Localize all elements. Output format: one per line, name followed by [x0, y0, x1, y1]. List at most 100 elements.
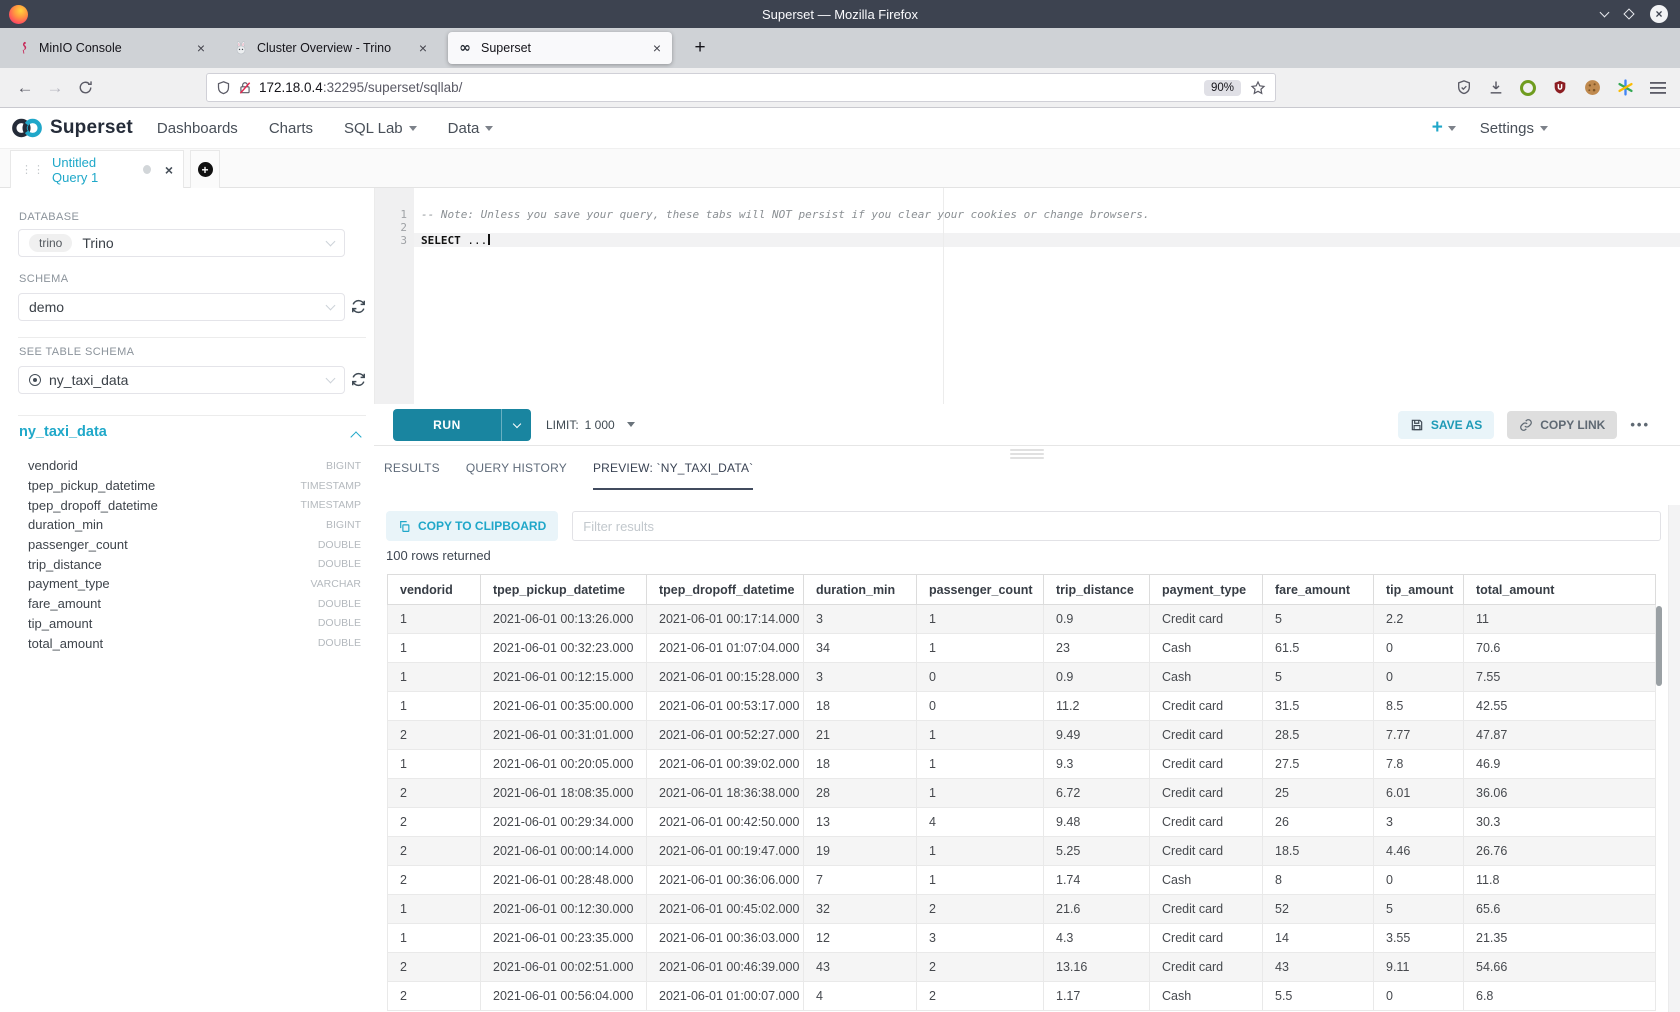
run-options-caret[interactable] — [501, 409, 531, 441]
window-close-icon[interactable]: × — [1650, 5, 1668, 23]
table-cell: 2021-06-01 00:42:50.000 — [647, 808, 804, 837]
table-cell: 0 — [1374, 982, 1464, 1011]
nav-item-charts[interactable]: Charts — [269, 120, 313, 137]
refresh-tables-icon[interactable] — [350, 371, 368, 389]
window-minimize-icon[interactable] — [1600, 8, 1610, 18]
superset-wordmark[interactable]: Superset — [50, 117, 133, 139]
sql-editor[interactable]: 1 2 3 -- Note: Unless you save your quer… — [374, 188, 1680, 404]
column-header[interactable]: tpep_dropoff_datetime — [647, 575, 804, 605]
table-value: ny_taxi_data — [49, 372, 128, 388]
table-cell: 3 — [1374, 808, 1464, 837]
query-tab-active[interactable]: ⋮⋮ Untitled Query 1 × — [10, 150, 184, 188]
column-header[interactable]: tip_amount — [1374, 575, 1464, 605]
table-cell: 2021-06-01 00:46:39.000 — [647, 953, 804, 982]
downloads-icon[interactable] — [1488, 79, 1504, 96]
browser-tab-trino[interactable]: Cluster Overview - Trino × — [224, 32, 438, 64]
limit-dropdown[interactable]: LIMIT: 1 000 — [546, 418, 635, 432]
protections-shield-icon[interactable] — [1456, 79, 1472, 96]
schema-column: fare_amountDOUBLE — [28, 594, 361, 614]
new-object-button[interactable]: + — [1432, 117, 1456, 139]
table-select[interactable]: ny_taxi_data — [18, 366, 345, 394]
query-tab-label: Untitled Query 1 — [52, 155, 135, 185]
table-cell: 2 — [388, 779, 481, 808]
pane-drag-handle[interactable] — [1010, 449, 1044, 461]
column-header[interactable]: passenger_count — [917, 575, 1044, 605]
forward-button[interactable]: → — [40, 74, 70, 102]
window-titlebar: Superset — Mozilla Firefox × — [0, 0, 1680, 28]
table-cell: 1 — [388, 605, 481, 634]
window-maximize-icon[interactable] — [1623, 8, 1634, 19]
copy-link-button[interactable]: COPY LINK — [1507, 411, 1617, 439]
table-name-link[interactable]: ny_taxi_data — [19, 424, 107, 440]
run-button[interactable]: RUN — [393, 409, 501, 441]
tab-close-icon[interactable]: × — [651, 40, 663, 56]
more-options-button[interactable]: ••• — [1630, 417, 1650, 432]
save-as-button[interactable]: SAVE AS — [1398, 411, 1494, 439]
table-cell: 2021-06-01 00:12:15.000 — [481, 663, 647, 692]
line-number: 3 — [375, 234, 407, 247]
table-cell: 2021-06-01 18:08:35.000 — [481, 779, 647, 808]
tab-close-icon[interactable]: × — [417, 40, 429, 56]
chevron-down-icon — [1448, 126, 1456, 131]
chevron-down-icon — [409, 126, 417, 131]
pane-scrollbar-track[interactable] — [1668, 505, 1680, 1012]
column-header[interactable]: fare_amount — [1263, 575, 1374, 605]
database-select[interactable]: trino Trino — [18, 229, 345, 257]
tab-preview[interactable]: PREVIEW: `NY_TAXI_DATA` — [593, 461, 753, 490]
table-cell: Credit card — [1150, 692, 1263, 721]
extension-green-icon[interactable] — [1520, 80, 1536, 96]
refresh-schemas-icon[interactable] — [350, 298, 368, 316]
schema-select[interactable]: demo — [18, 293, 345, 321]
column-header[interactable]: vendorid — [388, 575, 481, 605]
nav-item-dashboards[interactable]: Dashboards — [157, 120, 238, 137]
table-cell: 2021-06-01 00:28:48.000 — [481, 866, 647, 895]
column-header[interactable]: payment_type — [1150, 575, 1263, 605]
column-header[interactable]: trip_distance — [1044, 575, 1150, 605]
new-tab-button[interactable]: + — [686, 34, 714, 62]
schema-column-name: trip_distance — [28, 557, 102, 572]
collapse-table-icon[interactable] — [350, 431, 361, 442]
nav-item-data[interactable]: Data — [448, 120, 494, 137]
column-header[interactable]: tpep_pickup_datetime — [481, 575, 647, 605]
shield-icon[interactable] — [216, 80, 231, 96]
superset-logo-icon[interactable] — [11, 115, 43, 141]
table-scrollbar-thumb[interactable] — [1656, 606, 1662, 686]
zoom-level-badge[interactable]: 90% — [1204, 80, 1241, 96]
menu-hamburger-icon[interactable] — [1650, 81, 1666, 95]
back-button[interactable]: ← — [10, 74, 40, 102]
table-row: 12021-06-01 00:23:35.0002021-06-01 00:36… — [388, 924, 1656, 953]
table-cell: 7.55 — [1464, 663, 1656, 692]
table-row: 12021-06-01 00:12:15.0002021-06-01 00:15… — [388, 663, 1656, 692]
save-icon — [1410, 418, 1424, 432]
tab-close-icon[interactable]: × — [195, 40, 207, 56]
table-schema-label: SEE TABLE SCHEMA — [19, 346, 134, 358]
table-cell: 2 — [917, 982, 1044, 1011]
drag-dots-icon[interactable]: ⋮⋮ — [21, 163, 45, 176]
tab-results[interactable]: RESULTS — [384, 461, 440, 490]
cookie-icon[interactable] — [1584, 79, 1601, 96]
ublock-shield-icon[interactable] — [1552, 79, 1568, 96]
nav-item-sqllab[interactable]: SQL Lab — [344, 120, 417, 137]
browser-tab-minio[interactable]: MinIO Console × — [6, 32, 216, 64]
query-tab-close-icon[interactable]: × — [165, 162, 173, 178]
browser-tab-superset[interactable]: ∞ Superset × — [448, 32, 672, 64]
column-header[interactable]: total_amount — [1464, 575, 1656, 605]
bookmark-star-icon[interactable] — [1250, 80, 1266, 96]
table-cell: 1 — [388, 750, 481, 779]
reload-button[interactable] — [70, 74, 100, 102]
schema-column-type: BIGINT — [326, 519, 361, 531]
filter-results-input[interactable] — [572, 511, 1661, 541]
extension-asterisk-icon[interactable] — [1617, 79, 1634, 96]
table-cell: 18 — [804, 750, 917, 779]
table-cell: 52 — [1263, 895, 1374, 924]
lock-insecure-icon[interactable] — [238, 80, 252, 96]
tab-query-history[interactable]: QUERY HISTORY — [466, 461, 567, 490]
url-bar[interactable]: 172.18.0.4:32295/superset/sqllab/ 90% — [206, 73, 1276, 102]
table-cell: 5.25 — [1044, 837, 1150, 866]
column-header[interactable]: duration_min — [804, 575, 917, 605]
copy-to-clipboard-button[interactable]: COPY TO CLIPBOARD — [386, 511, 558, 541]
schema-value: demo — [29, 299, 64, 315]
table-cell: 2 — [388, 837, 481, 866]
add-query-tab-button[interactable]: + — [190, 150, 220, 188]
settings-menu[interactable]: Settings — [1480, 120, 1548, 137]
